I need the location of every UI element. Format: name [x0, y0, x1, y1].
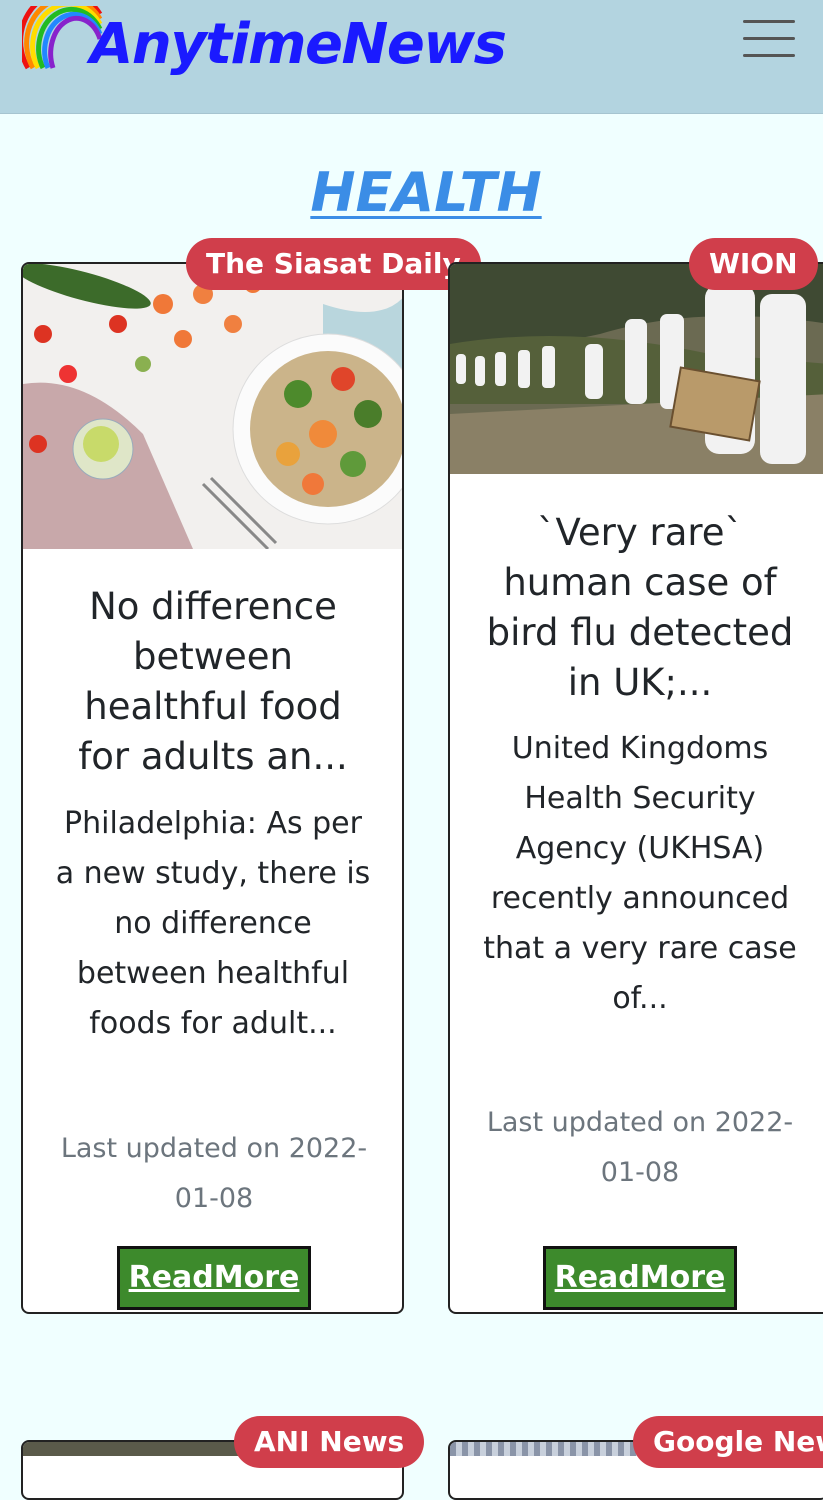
news-card: No difference between healthful food for…: [21, 262, 404, 1314]
news-card: `Very rare` human case of bird flu detec…: [448, 262, 823, 1314]
readmore-button[interactable]: ReadMore: [543, 1246, 737, 1310]
food-image[interactable]: [23, 264, 402, 549]
source-badge: The Siasat Daily: [186, 238, 481, 290]
card-updated-date: Last updated on 2022-01-08: [486, 1107, 794, 1188]
card-updated-date: Last updated on 2022-01-08: [60, 1133, 368, 1214]
hamburger-menu-icon[interactable]: [738, 12, 800, 66]
card-title: No difference between healthful food for…: [78, 585, 348, 778]
source-badge: Google New: [633, 1416, 823, 1468]
card-title: `Very rare` human case of bird flu detec…: [486, 511, 794, 704]
bird-flu-image[interactable]: [450, 264, 823, 474]
source-badge: ANI News: [234, 1416, 425, 1468]
card-description: United Kingdoms Health Security Agency (…: [483, 731, 797, 1016]
readmore-button[interactable]: ReadMore: [117, 1246, 311, 1310]
section-title[interactable]: HEALTH: [0, 158, 823, 228]
brand-name: AnytimeNews: [90, 12, 507, 77]
card-description: Philadelphia: As per a new study, there …: [55, 806, 371, 1041]
source-badge: WION: [689, 238, 818, 290]
brand-link[interactable]: AnytimeNews: [18, 0, 507, 77]
navbar: AnytimeNews: [0, 0, 823, 114]
